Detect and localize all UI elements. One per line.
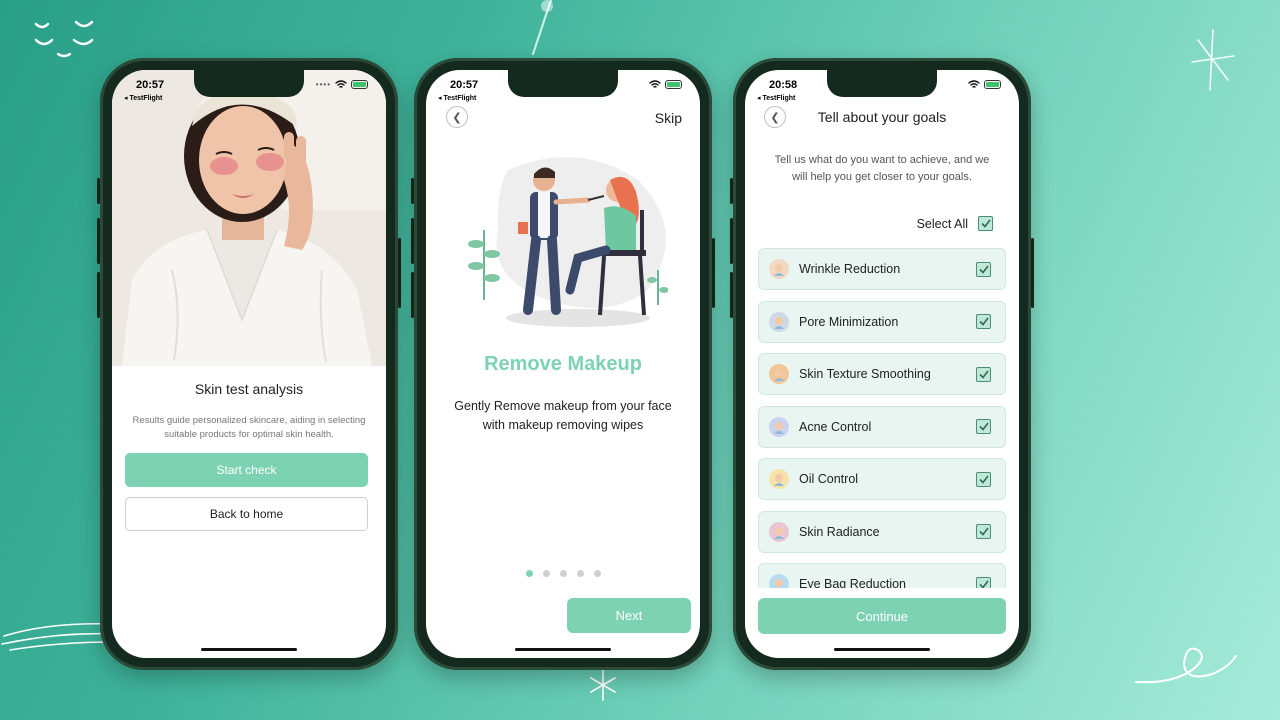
- goal-checkbox[interactable]: [976, 576, 991, 588]
- checkmark-icon: [978, 265, 989, 274]
- makeup-artist-illustration: [468, 157, 668, 327]
- onboarding-heading: Remove Makeup: [484, 353, 642, 375]
- page-dot[interactable]: [559, 570, 567, 577]
- scribble-doodle-icon: [1, 622, 113, 651]
- status-bar: 20:58 ◂ TestFlight: [745, 77, 1019, 103]
- goal-label: Pore Minimization: [799, 314, 899, 329]
- goal-label: Wrinkle Reduction: [799, 262, 901, 276]
- battery-icon: [351, 80, 368, 89]
- screen: 20:57 ◂ TestFlight •••• Skin test analys…: [112, 70, 386, 658]
- back-button[interactable]: ❮: [446, 106, 468, 128]
- goal-item[interactable]: Skin Texture Smoothing: [758, 353, 1006, 395]
- page-description: Tell us what do you want to achieve, and…: [774, 154, 990, 183]
- goal-item[interactable]: Pore Minimization: [758, 300, 1006, 343]
- swirl-doodle-icon: [1135, 647, 1237, 684]
- face-radiance-icon: [769, 521, 789, 542]
- smile-doodle-icon: [34, 20, 94, 58]
- checkmark-icon: [978, 580, 989, 588]
- screen: 20:57 ◂ TestFlight ❮ Skip Remove Makeup …: [426, 70, 700, 658]
- goal-checkbox[interactable]: [976, 261, 991, 277]
- status-bar: 20:57 ◂ TestFlight: [426, 77, 700, 103]
- woman-skincare-illustration: [112, 70, 386, 366]
- back-to-home-button[interactable]: Back to home: [125, 497, 368, 531]
- goal-label: Acne Control: [799, 419, 872, 434]
- home-indicator: [515, 648, 611, 651]
- page-dot[interactable]: [593, 570, 601, 577]
- signal-icon: ••••: [315, 80, 331, 89]
- skip-button[interactable]: Skip: [655, 110, 682, 126]
- page-dot[interactable]: [542, 570, 550, 577]
- home-indicator: [201, 648, 297, 651]
- testflight-back-link[interactable]: ◂ TestFlight: [124, 94, 162, 102]
- next-button[interactable]: Next: [567, 598, 691, 633]
- select-all-checkbox[interactable]: [978, 216, 993, 231]
- select-all-label: Select All: [916, 216, 968, 231]
- testflight-back-link[interactable]: ◂ TestFlight: [438, 94, 476, 102]
- goal-item[interactable]: Acne Control: [758, 405, 1006, 448]
- page-title: Skin test analysis: [194, 381, 304, 397]
- checkmark-icon: [978, 317, 989, 326]
- page-description: Results guide personalized skincare, aid…: [132, 415, 366, 440]
- battery-icon: [665, 80, 682, 89]
- battery-icon: [984, 80, 1001, 89]
- home-indicator: [834, 648, 930, 651]
- continue-button[interactable]: Continue: [758, 598, 1006, 634]
- face-acne-icon: [769, 416, 789, 437]
- goal-checkbox[interactable]: [976, 314, 991, 329]
- phone-onboarding: 20:57 ◂ TestFlight ❮ Skip Remove Makeup …: [411, 58, 715, 670]
- face-eyebag-icon: [769, 574, 789, 588]
- hero-photo: [112, 70, 386, 366]
- goal-list: Wrinkle Reduction Pore Minimization Skin T…: [758, 248, 1006, 588]
- page-dot[interactable]: [525, 570, 533, 577]
- chevron-left-icon: ❮: [452, 111, 462, 124]
- goal-item[interactable]: Wrinkle Reduction: [758, 248, 1006, 290]
- goal-item[interactable]: Eye Bag Reduction: [758, 563, 1006, 588]
- face-wrinkle-icon: [769, 259, 789, 279]
- onboarding-description: Gently Remove makeup from your face with…: [454, 399, 672, 432]
- light-ray-doodle-icon: [532, 0, 553, 55]
- sparkle-doodle-icon: [1191, 29, 1235, 91]
- testflight-back-link[interactable]: ◂ TestFlight: [757, 94, 795, 102]
- checkmark-icon: [978, 370, 989, 379]
- checkmark-icon: [978, 527, 989, 536]
- checkmark-icon: [978, 475, 989, 484]
- goal-checkbox[interactable]: [976, 419, 991, 434]
- status-time: 20:57: [450, 79, 479, 91]
- goal-checkbox[interactable]: [976, 471, 991, 487]
- start-check-button[interactable]: Start check: [125, 453, 368, 487]
- select-all-row[interactable]: Select All: [917, 216, 993, 231]
- oil-bottle-icon: [769, 469, 789, 489]
- phone-goals: 20:58 ◂ TestFlight ❮ Tell about your goa…: [730, 58, 1034, 670]
- goal-item[interactable]: Oil Control: [758, 458, 1006, 500]
- goal-item[interactable]: Skin Radiance: [758, 510, 1006, 553]
- wifi-icon: [649, 80, 661, 88]
- face-smooth-icon: [769, 364, 789, 384]
- checkmark-icon: [980, 219, 991, 228]
- checkmark-icon: [978, 422, 989, 431]
- wifi-icon: [968, 80, 980, 88]
- goal-checkbox[interactable]: [976, 524, 991, 539]
- goal-label: Eye Bag Reduction: [799, 577, 907, 588]
- goal-label: Skin Radiance: [799, 524, 880, 539]
- page-dot[interactable]: [576, 570, 584, 577]
- wifi-icon: [335, 80, 347, 88]
- goal-label: Oil Control: [799, 472, 859, 486]
- face-pore-icon: [769, 311, 789, 332]
- screen: 20:58 ◂ TestFlight ❮ Tell about your goa…: [745, 70, 1019, 658]
- status-time: 20:57: [136, 79, 165, 91]
- page-indicator: [426, 570, 700, 577]
- page-title: Tell about your goals: [817, 109, 947, 125]
- goal-checkbox[interactable]: [976, 366, 991, 382]
- phone-skin-analysis: 20:57 ◂ TestFlight •••• Skin test analys…: [97, 58, 401, 670]
- status-time: 20:58: [769, 79, 798, 91]
- goal-label: Skin Texture Smoothing: [799, 367, 931, 381]
- status-bar: 20:57 ◂ TestFlight ••••: [112, 77, 386, 103]
- star-doodle-icon: [590, 669, 616, 701]
